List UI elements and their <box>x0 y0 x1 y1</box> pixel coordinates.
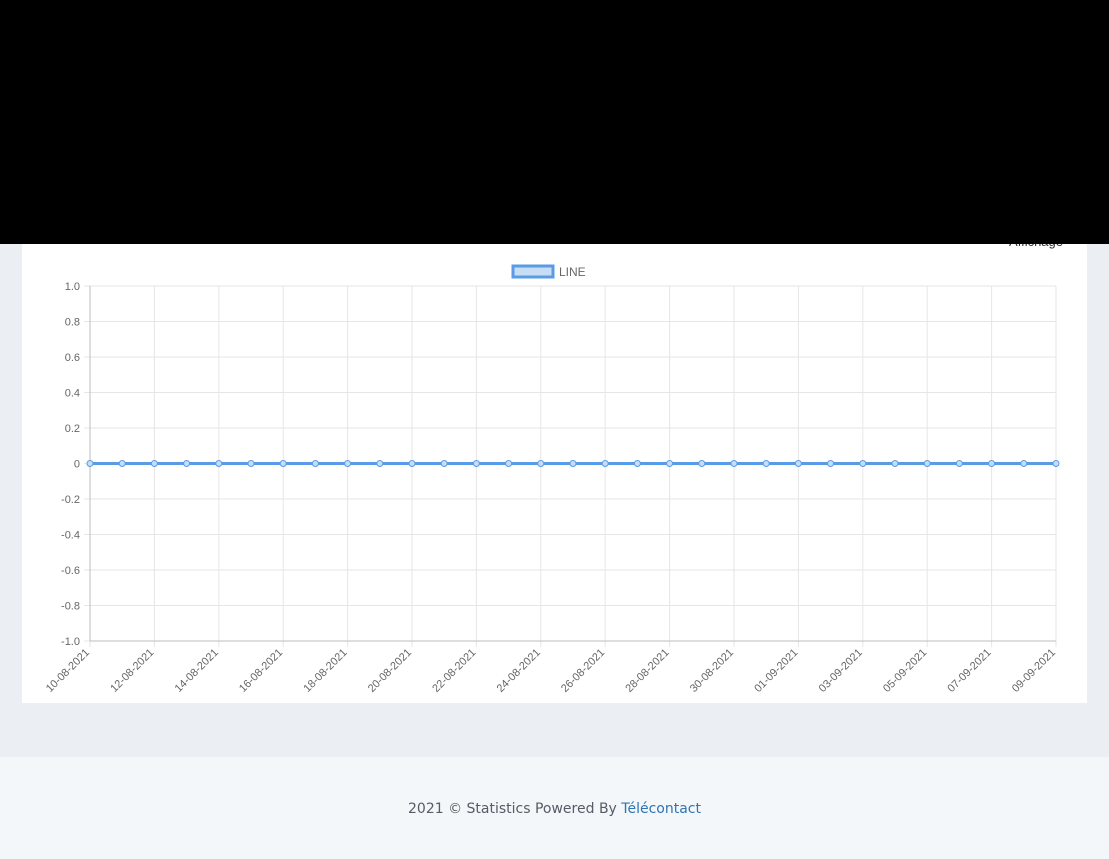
x-tick-label: 03-09-2021 <box>817 647 865 695</box>
footer-link-telecontact[interactable]: Télécontact <box>621 801 701 817</box>
footer: 2021 © Statistics Powered By Télécontact <box>0 757 1109 859</box>
y-tick-label: 0.8 <box>65 317 80 329</box>
data-point <box>118 460 126 467</box>
data-point <box>827 460 835 467</box>
x-tick-label: 24-08-2021 <box>495 647 543 695</box>
y-tick-label: 0.6 <box>65 352 80 364</box>
x-tick-label: 26-08-2021 <box>559 647 607 695</box>
data-point <box>1052 460 1060 467</box>
data-point <box>923 460 931 467</box>
x-tick-label: 30-08-2021 <box>688 647 736 695</box>
data-point <box>247 460 255 467</box>
x-tick-label: 18-08-2021 <box>301 647 349 695</box>
x-tick-label: 20-08-2021 <box>366 647 414 695</box>
data-point <box>279 460 287 467</box>
x-tick-label: 09-09-2021 <box>1010 647 1058 695</box>
data-point <box>537 460 545 467</box>
footer-credit: 2021 © Statistics Powered By Télécontact <box>0 801 1109 817</box>
x-tick-label: 07-09-2021 <box>945 647 993 695</box>
y-tick-label: 0.4 <box>65 388 80 400</box>
data-point <box>762 460 770 467</box>
x-tick-label: 22-08-2021 <box>430 647 478 695</box>
data-point <box>569 460 577 467</box>
data-point <box>150 460 158 467</box>
data-point <box>730 460 738 467</box>
x-tick-label: 16-08-2021 <box>237 647 285 695</box>
y-tick-label: -0.8 <box>61 601 80 613</box>
chart-card: Affichage 1.00.80.60.40.20-0.2-0.4-0.6-0… <box>22 226 1087 703</box>
y-tick-label: -1.0 <box>61 636 80 648</box>
x-tick-label: 05-09-2021 <box>881 647 929 695</box>
data-point <box>1020 460 1028 467</box>
x-tick-label: 10-08-2021 <box>44 647 92 695</box>
data-point <box>183 460 191 467</box>
data-point <box>955 460 963 467</box>
y-tick-label: -0.6 <box>61 565 80 577</box>
data-point <box>988 460 996 467</box>
x-tick-label: 12-08-2021 <box>108 647 156 695</box>
y-tick-label: 0 <box>74 459 80 471</box>
y-tick-label: 1.0 <box>65 281 80 293</box>
data-point <box>666 460 674 467</box>
x-tick-label: 28-08-2021 <box>623 647 671 695</box>
data-point <box>472 460 480 467</box>
data-point <box>86 460 94 467</box>
data-point <box>891 460 899 467</box>
footer-copyright-text: 2021 © Statistics Powered By <box>408 801 617 817</box>
data-point <box>215 460 223 467</box>
data-point <box>505 460 513 467</box>
legend-label: LINE <box>559 265 586 279</box>
data-point <box>440 460 448 467</box>
line-chart: 1.0 0.8 0.6 0.4 0.2 0 -0.2 -0.4 -0.6 -0.8 -1.010-0… <box>44 264 1060 695</box>
redacted-header-area <box>0 0 1109 244</box>
data-point <box>601 460 609 467</box>
y-tick-label: -0.4 <box>61 530 80 542</box>
data-point <box>311 460 319 467</box>
data-point <box>698 460 706 467</box>
data-point <box>376 460 384 467</box>
data-point <box>794 460 802 467</box>
legend-swatch <box>511 264 555 279</box>
data-point <box>408 460 416 467</box>
data-point <box>344 460 352 467</box>
data-point <box>859 460 867 467</box>
y-tick-label: 0.2 <box>65 423 80 435</box>
y-tick-label: -0.2 <box>61 494 80 506</box>
x-tick-label: 01-09-2021 <box>752 647 800 695</box>
data-point <box>633 460 641 467</box>
x-tick-label: 14-08-2021 <box>173 647 221 695</box>
